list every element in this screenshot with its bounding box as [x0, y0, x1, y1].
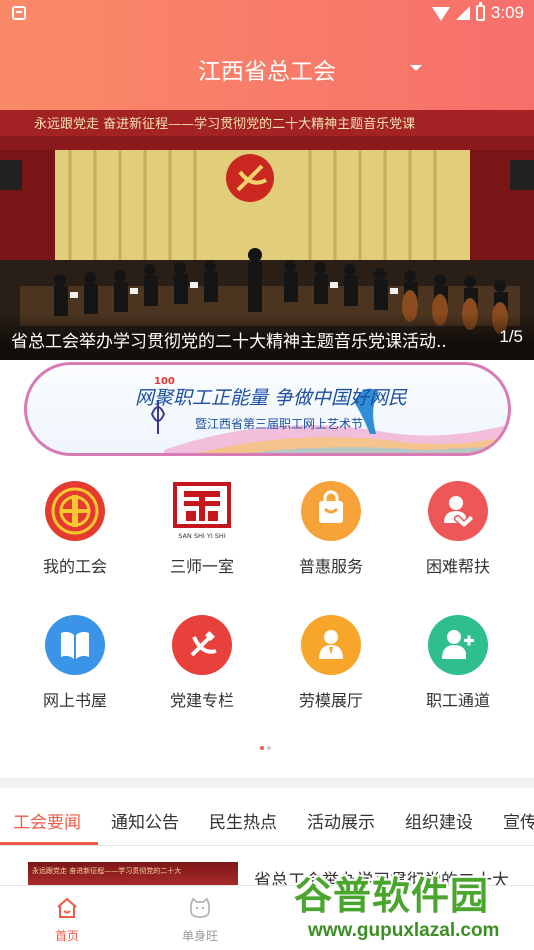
promo-headline: 网聚职工正能量 争做中国好网民 [135, 387, 408, 409]
tab-union-news[interactable]: 工会要闻 [13, 808, 81, 833]
page-title[interactable]: 江西省总工会 [0, 52, 534, 86]
battery-icon [475, 2, 485, 21]
promo-banner[interactable]: 100 网聚职工正能量 争做中国好网民 暨江西省第三届职工网上艺术节 [24, 362, 511, 456]
pager-dot-active [260, 746, 264, 750]
tab-organization[interactable]: 组织建设 [405, 808, 473, 833]
nav-home[interactable]: 首页 [17, 886, 117, 950]
shopping-bag-icon [301, 481, 361, 541]
news-thumbnail-text: 永远跟党走 奋进新征程——学习贯彻党的二十大 [32, 867, 182, 875]
nav-label: 单身旺 [181, 929, 218, 943]
promo-subtitle: 暨江西省第三届职工网上艺术节 [195, 417, 364, 431]
caret-down-icon[interactable] [410, 65, 422, 71]
active-tab-indicator [0, 842, 98, 845]
grid-label: 我的工会 [42, 557, 107, 576]
notification-app-icon [12, 6, 26, 20]
status-indicators: 3:09 [431, 2, 524, 23]
party-emblem-icon [172, 615, 232, 675]
grid-label: 职工通道 [425, 691, 490, 710]
status-time: 3:09 [490, 3, 524, 22]
grid-label: 普惠服务 [298, 557, 363, 576]
tab-livelihood[interactable]: 民生热点 [209, 808, 277, 833]
helping-hand-icon [428, 481, 488, 541]
banner-slogan: 永远跟党走 奋进新征程——学习贯彻党的二十大精神主题音乐党课 [34, 116, 415, 132]
worker-channel-icon [428, 615, 488, 675]
watermark-url: www.gupuxlazal.com [308, 920, 500, 941]
grid-label: 党建专栏 [169, 691, 234, 710]
model-worker-icon [301, 615, 361, 675]
nav-label: 首页 [54, 929, 79, 943]
grid-item-three-teachers[interactable]: SAN SHI YI SHI 三师一室 [137, 481, 267, 591]
section-divider [0, 778, 534, 788]
tab-publicity[interactable]: 宣传 [503, 808, 534, 833]
banner-caption[interactable]: 省总工会举办学习贯彻党的二十大精神主题音乐党课活动.. [11, 327, 481, 352]
union-emblem-icon [45, 481, 105, 541]
grid-item-model-worker-hall[interactable]: 劳模展厅 [266, 615, 396, 725]
grid-label: 三师一室 [169, 557, 234, 576]
tab-notices[interactable]: 通知公告 [111, 808, 179, 833]
three-teachers-logo-icon: SAN SHI YI SHI [172, 481, 232, 541]
grid-item-hardship-aid[interactable]: 困难帮扶 [393, 481, 523, 591]
watermark: 谷普软件园 www.gupuxlazal.com [288, 865, 534, 950]
wifi-icon [431, 7, 450, 21]
grid-item-worker-channel[interactable]: 职工通道 [393, 615, 523, 725]
watermark-text: 谷普软件园 [294, 874, 490, 918]
app-header: 3:09 江西省总工会 [0, 0, 534, 110]
home-icon [57, 897, 77, 918]
grid-item-inclusive-service[interactable]: 普惠服务 [266, 481, 396, 591]
singles-icon [190, 897, 210, 918]
grid-item-party-building[interactable]: 党建专栏 [137, 615, 267, 725]
book-icon [45, 615, 105, 675]
tab-activities[interactable]: 活动展示 [307, 808, 375, 833]
grid-label: 困难帮扶 [425, 557, 490, 576]
grid-item-my-union[interactable]: 我的工会 [10, 481, 140, 591]
grid-label: 劳模展厅 [298, 691, 363, 710]
nav-singles[interactable]: 单身旺 [150, 886, 250, 950]
signal-icon [455, 6, 470, 20]
status-bar: 3:09 [0, 0, 534, 27]
logo-caption: SAN SHI YI SHI [178, 532, 226, 540]
pager-dot [267, 746, 271, 750]
grid-item-online-library[interactable]: 网上书屋 [10, 615, 140, 725]
grid-label: 网上书屋 [42, 691, 107, 710]
banner-counter: 1/5 [499, 327, 523, 346]
grid-pager [260, 746, 274, 750]
news-tabs: 工会要闻 通知公告 民生热点 活动展示 组织建设 宣传 [0, 788, 534, 846]
news-banner[interactable]: 永远跟党走 奋进新征程——学习贯彻党的二十大精神主题音乐党课 [0, 110, 534, 360]
